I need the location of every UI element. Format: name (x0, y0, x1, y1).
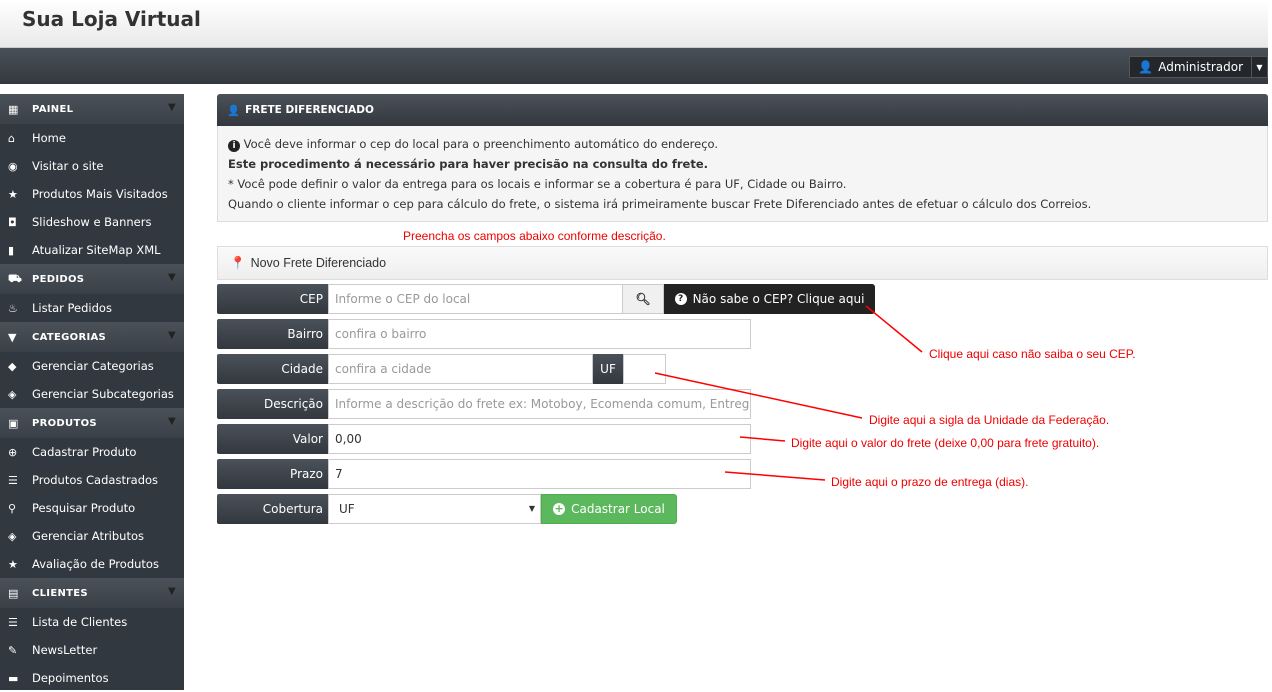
annotation-uf: Digite aqui a sigla da Unidade da Federa… (869, 413, 1110, 427)
annotation-line (654, 372, 863, 419)
annotation-valor: Digite aqui o valor do frete (deixe 0,00… (791, 436, 1100, 450)
annotation-lines (654, 305, 923, 481)
annotation-cep: Clique aqui caso não saiba o seu CEP. (929, 347, 1136, 361)
annotation-prazo: Digite aqui o prazo de entrega (dias). (831, 475, 1029, 489)
annotation-line (865, 305, 923, 353)
annotation-line (739, 436, 786, 442)
annotation-line (724, 471, 826, 481)
